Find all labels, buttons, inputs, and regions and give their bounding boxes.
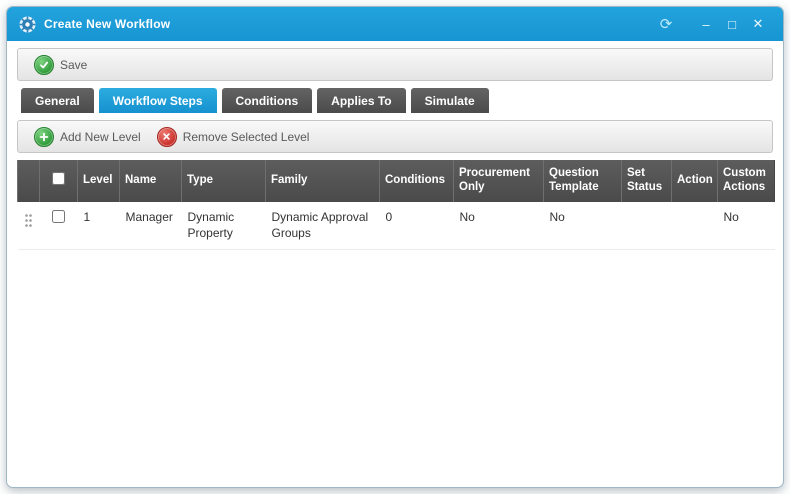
header-procurement-only: Procurement Only [454, 160, 544, 202]
header-select-all-cell [40, 160, 78, 202]
table-row: 1 Manager Dynamic Property Dynamic Appro… [18, 202, 775, 250]
remove-selected-level-label: Remove Selected Level [183, 130, 310, 144]
titlebar: Create New Workflow ⟳ – □ ✕ [7, 7, 783, 41]
cell-custom-actions: No [718, 202, 775, 250]
tab-applies-to[interactable]: Applies To [317, 88, 405, 113]
table-header-row: Level Name Type Family Conditions Procur… [18, 160, 775, 202]
cell-set-status [622, 202, 672, 250]
app-gear-icon [19, 16, 36, 33]
header-family: Family [266, 160, 380, 202]
cell-type: Dynamic Property [182, 202, 266, 250]
remove-x-icon [157, 127, 177, 147]
header-conditions: Conditions [380, 160, 454, 202]
save-button[interactable]: Save [26, 52, 95, 78]
create-workflow-dialog: Create New Workflow ⟳ – □ ✕ Save General… [6, 6, 784, 488]
refresh-icon[interactable]: ⟳ [653, 12, 679, 36]
workflow-steps-grid: Level Name Type Family Conditions Procur… [17, 160, 773, 250]
tab-simulate[interactable]: Simulate [411, 88, 489, 113]
cell-question-template: No [544, 202, 622, 250]
header-type: Type [182, 160, 266, 202]
tab-workflow-steps[interactable]: Workflow Steps [99, 88, 217, 113]
row-select-cell [40, 202, 78, 250]
cell-name: Manager [120, 202, 182, 250]
cell-procurement-only: No [454, 202, 544, 250]
add-new-level-label: Add New Level [60, 130, 141, 144]
remove-selected-level-button[interactable]: Remove Selected Level [149, 124, 318, 150]
tab-strip: General Workflow Steps Conditions Applie… [21, 88, 773, 113]
header-set-status: Set Status [622, 160, 672, 202]
save-toolbar: Save [17, 48, 773, 81]
cell-level: 1 [78, 202, 120, 250]
window-title: Create New Workflow [44, 17, 170, 31]
header-level: Level [78, 160, 120, 202]
header-action: Action [672, 160, 718, 202]
minimize-button[interactable]: – [693, 12, 719, 36]
tab-conditions[interactable]: Conditions [222, 88, 313, 113]
cell-family: Dynamic Approval Groups [266, 202, 380, 250]
header-custom-actions: Custom Actions [718, 160, 775, 202]
row-drag-handle[interactable] [18, 202, 40, 250]
tab-general[interactable]: General [21, 88, 94, 113]
header-name: Name [120, 160, 182, 202]
add-plus-icon [34, 127, 54, 147]
maximize-button[interactable]: □ [719, 12, 745, 36]
cell-conditions: 0 [380, 202, 454, 250]
close-button[interactable]: ✕ [745, 12, 771, 36]
select-all-checkbox[interactable] [52, 172, 65, 185]
save-button-label: Save [60, 58, 87, 72]
row-checkbox[interactable] [52, 210, 65, 223]
header-question-template: Question Template [544, 160, 622, 202]
cell-action [672, 202, 718, 250]
add-new-level-button[interactable]: Add New Level [26, 124, 149, 150]
header-drag-handle-column [18, 160, 40, 202]
level-toolbar: Add New Level Remove Selected Level [17, 120, 773, 153]
save-check-icon [34, 55, 54, 75]
